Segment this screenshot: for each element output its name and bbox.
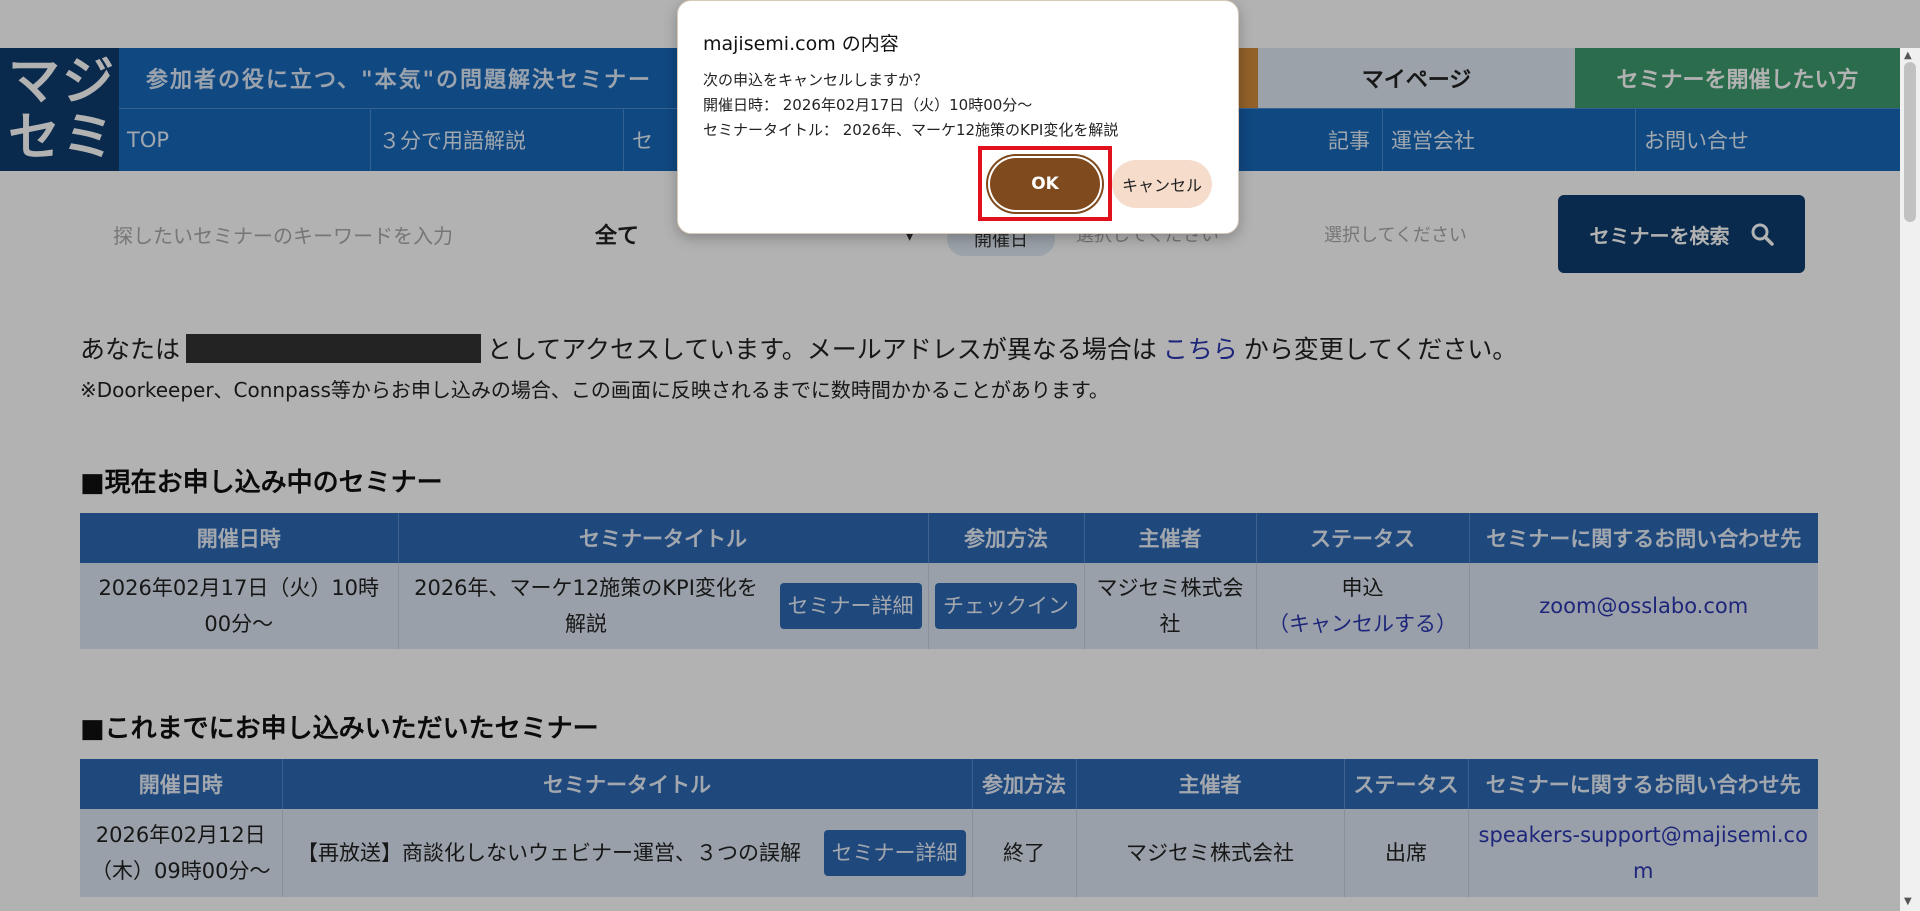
dialog-title: majisemi.com の内容: [703, 33, 899, 55]
scroll-up-icon[interactable]: ▲: [1904, 50, 1912, 61]
dialog-ok-button[interactable]: OK: [990, 158, 1100, 210]
scroll-down-icon[interactable]: ▼: [1904, 896, 1912, 907]
dialog-seminar-title: セミナータイトル： 2026年、マーケ12施策のKPI変化を解説: [703, 121, 1119, 139]
dialog-date: 開催日時： 2026年02月17日（火）10時00分〜: [703, 96, 1033, 114]
dialog-question: 次の申込をキャンセルしますか？: [703, 71, 929, 89]
dialog-cancel-button[interactable]: キャンセル: [1112, 160, 1212, 208]
scrollbar-thumb[interactable]: [1904, 62, 1916, 222]
